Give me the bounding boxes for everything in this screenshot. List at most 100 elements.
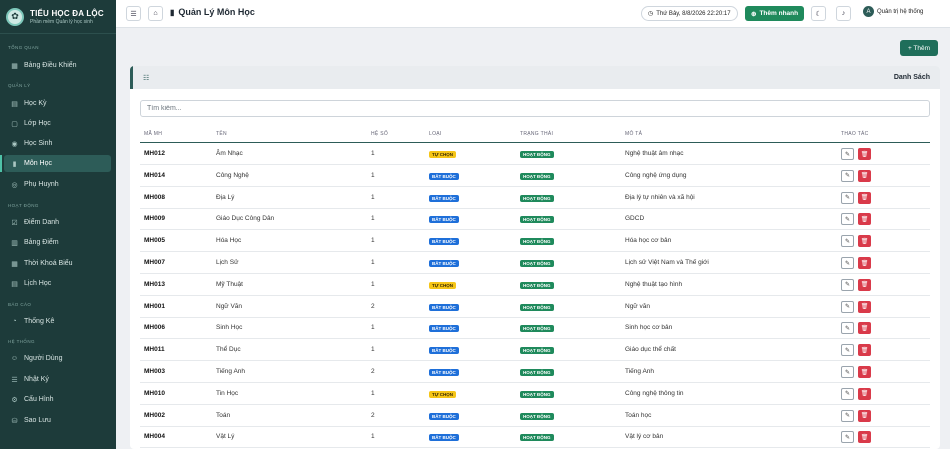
delete-button[interactable]: 🗑 <box>858 344 871 357</box>
table-row[interactable]: MH007 Lịch Sử 1 BẮT BUỘC HOẠT ĐỘNG Lịch sử Vi… <box>140 252 930 274</box>
subject-coefficient: 1 <box>371 193 375 201</box>
table-row[interactable]: MH004 Vật Lý 1 BẮT BUỘC HOẠT ĐỘNG Vật lý cơ b… <box>140 426 930 449</box>
book-icon: ▮ <box>170 7 175 17</box>
col-type[interactable]: LOẠI <box>429 131 442 137</box>
delete-button[interactable]: 🗑 <box>858 257 871 269</box>
section-management: QUẢN LÝ <box>8 83 31 88</box>
sidebar-item-statistics[interactable]: ◔ Thống Kê <box>4 313 111 330</box>
type-badge: TỰ CHỌN <box>429 151 456 158</box>
subject-description: Ngữ văn <box>625 302 650 310</box>
delete-button[interactable]: 🗑 <box>858 278 871 291</box>
subject-code: MH013 <box>144 280 165 288</box>
edit-button[interactable]: ✎ <box>841 213 854 226</box>
edit-button[interactable]: ✎ <box>841 169 854 182</box>
trash-icon: 🗑 <box>860 151 869 158</box>
col-code[interactable]: MÃ MH <box>144 131 162 137</box>
table-row[interactable]: MH005 Hóa Học 1 BẮT BUỘC HOẠT ĐỘNG Hóa học cơ… <box>140 230 930 253</box>
table-row[interactable]: MH010 Tin Học 1 TỰ CHỌN HOẠT ĐỘNG Công nghệ t… <box>140 383 930 405</box>
subject-name: Giáo Dục Công Dân <box>216 215 275 223</box>
edit-button[interactable]: ✎ <box>841 387 854 400</box>
sidebar-item-attendance[interactable]: ☑ Điểm Danh <box>4 214 111 231</box>
type-badge: BẮT BUỘC <box>429 303 459 311</box>
menu-toggle-button[interactable]: ☰ <box>126 6 141 21</box>
delete-button[interactable]: 🗑 <box>858 366 871 378</box>
sidebar-item-grades[interactable]: ▥ Bảng Điểm <box>4 234 111 251</box>
add-subject-button[interactable]: + Thêm <box>900 40 938 56</box>
delete-button[interactable]: 🗑 <box>858 148 871 160</box>
subject-name: Sinh Học <box>216 324 243 332</box>
edit-button[interactable]: ✎ <box>841 300 854 313</box>
sidebar-item-students[interactable]: ◉ Học Sinh <box>4 135 111 152</box>
clock-icon: ◷ <box>648 11 654 17</box>
subject-description: Tiếng Anh <box>625 368 655 375</box>
subject-name: Toán <box>216 411 231 419</box>
edit-button[interactable]: ✎ <box>841 431 854 444</box>
edit-button[interactable]: ✎ <box>841 191 854 204</box>
statistics-icon: ◔ <box>12 318 17 325</box>
edit-button[interactable]: ✎ <box>841 344 854 357</box>
type-badge: BẮT BUỘC <box>429 194 459 202</box>
edit-button[interactable]: ✎ <box>841 257 854 269</box>
delete-button[interactable]: 🗑 <box>858 300 871 313</box>
search-input[interactable] <box>140 100 930 117</box>
delete-button[interactable]: 🗑 <box>858 322 871 335</box>
avatar: A <box>863 6 874 17</box>
sidebar-item-parents[interactable]: ◎ Phụ Huynh <box>4 176 111 193</box>
sidebar-item-timetable[interactable]: ▦ Thời Khoá Biểu <box>4 255 111 272</box>
status-badge: HOẠT ĐỘNG <box>520 260 554 267</box>
delete-button[interactable]: 🗑 <box>858 169 871 182</box>
edit-button[interactable]: ✎ <box>841 409 854 422</box>
table-row[interactable]: MH011 Thể Dục 1 BẮT BUỘC HOẠT ĐỘNG Giáo dục t… <box>140 339 930 362</box>
subject-code: MH004 <box>144 433 165 441</box>
col-status[interactable]: TRẠNG THÁI <box>520 131 553 137</box>
sidebar-item-log[interactable]: ☰ Nhật Ký <box>4 371 111 388</box>
user-name: Quản trị hệ thống <box>877 8 924 15</box>
table-row[interactable]: MH001 Ngữ Văn 2 BẮT BUỘC HOẠT ĐỘNG Ngữ văn ✎ 🗑 <box>140 296 930 318</box>
delete-button[interactable]: 🗑 <box>858 235 871 248</box>
edit-button[interactable]: ✎ <box>841 366 854 378</box>
subject-description: Vật lý cơ bản <box>625 433 664 441</box>
table-row[interactable]: MH014 Công Nghệ 1 BẮT BUỘC HOẠT ĐỘNG Công ngh… <box>140 165 930 187</box>
delete-button[interactable]: 🗑 <box>858 431 871 444</box>
status-badge: HOẠT ĐỘNG <box>520 434 554 442</box>
col-name[interactable]: TÊN <box>216 131 227 137</box>
edit-button[interactable]: ✎ <box>841 278 854 291</box>
sidebar-item-schedule[interactable]: ▤ Lịch Học <box>4 275 111 292</box>
edit-button[interactable]: ✎ <box>841 235 854 248</box>
subject-code: MH014 <box>144 171 165 179</box>
home-button[interactable]: ⌂ <box>148 6 163 21</box>
edit-button[interactable]: ✎ <box>841 148 854 160</box>
delete-button[interactable]: 🗑 <box>858 213 871 226</box>
sidebar-item-semester[interactable]: ▤ Học Kỳ <box>4 95 111 112</box>
table-row[interactable]: MH002 Toán 2 BẮT BUỘC HOẠT ĐỘNG Toán học ✎ 🗑 <box>140 405 930 427</box>
col-coefficient[interactable]: HỆ SỐ <box>371 131 388 137</box>
chart-icon: ▥ <box>11 239 18 247</box>
edit-button[interactable]: ✎ <box>841 322 854 335</box>
table-row[interactable]: MH013 Mỹ Thuật 1 TỰ CHỌN HOẠT ĐỘNG Nghệ thuật… <box>140 274 930 296</box>
sidebar-item-backup[interactable]: ⛁ Sao Lưu <box>4 412 111 429</box>
brand[interactable]: ✿ TIỂU HỌC ĐA LỘC Phần mềm Quản lý học s… <box>0 0 116 34</box>
delete-button[interactable]: 🗑 <box>858 409 871 422</box>
col-description[interactable]: MÔ TẢ <box>625 131 642 137</box>
table-row[interactable]: MH009 Giáo Dục Công Dân 1 BẮT BUỘC HOẠT ĐỘNG… <box>140 208 930 231</box>
table-row[interactable]: MH008 Địa Lý 1 BẮT BUỘC HOẠT ĐỘNG Địa lý tự n… <box>140 187 930 209</box>
subject-coefficient: 2 <box>371 411 375 419</box>
pencil-icon: ✎ <box>844 282 851 289</box>
sidebar-item-settings[interactable]: ⚙ Cấu Hình <box>4 391 111 408</box>
user-menu[interactable]: A Quản trị hệ thống <box>863 6 923 17</box>
table-row[interactable]: MH003 Tiếng Anh 2 BẮT BUỘC HOẠT ĐỘNG Tiếng An… <box>140 361 930 383</box>
type-badge: BẮT BUỘC <box>429 434 459 442</box>
table-row[interactable]: MH006 Sinh Học 1 BẮT BUỘC HOẠT ĐỘNG Sinh học … <box>140 317 930 340</box>
theme-toggle-button[interactable]: ☾ <box>811 6 826 21</box>
delete-button[interactable]: 🗑 <box>858 191 871 204</box>
notifications-button[interactable]: ♪ <box>836 6 851 21</box>
sidebar-item-dashboard[interactable]: ▦ Bảng Điều Khiển <box>4 57 111 74</box>
quick-add-button[interactable]: ⊕ Thêm nhanh <box>745 6 805 21</box>
subject-code: MH001 <box>144 302 165 310</box>
delete-button[interactable]: 🗑 <box>858 387 871 400</box>
table-row[interactable]: MH012 Âm Nhạc 1 TỰ CHỌN HOẠT ĐỘNG Nghệ thuật … <box>140 143 930 165</box>
status-badge: HOẠT ĐỘNG <box>520 325 554 333</box>
sidebar-item-users[interactable]: ☺ Người Dùng <box>4 350 111 367</box>
sidebar-item-classes[interactable]: ▢ Lớp Học <box>4 115 111 132</box>
sidebar-item-subjects[interactable]: ▮ Môn Học <box>0 155 111 172</box>
